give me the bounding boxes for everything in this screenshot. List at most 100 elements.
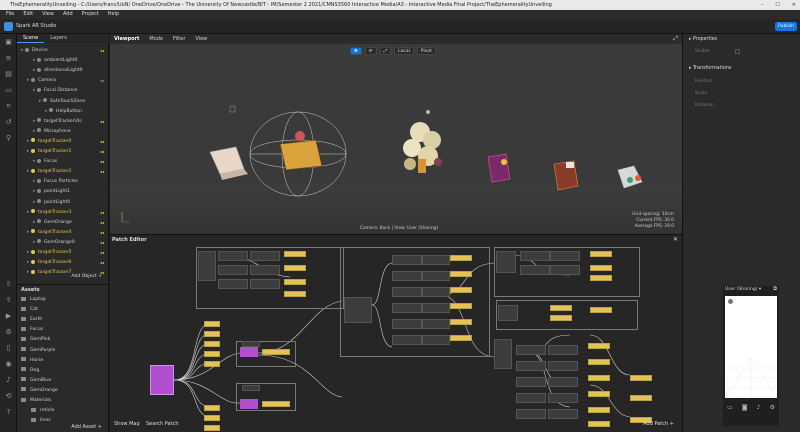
- test-icon[interactable]: ▶: [4, 312, 13, 321]
- patch-node-output[interactable]: [284, 279, 306, 285]
- scene-item[interactable]: ▸ Focus: [33, 157, 57, 167]
- patch-node[interactable]: [516, 345, 546, 355]
- patch-node[interactable]: [516, 361, 546, 371]
- patch-arrow-icon[interactable]: ◂◂: [100, 159, 104, 164]
- asset-item[interactable]: GemOrange: [21, 386, 58, 396]
- scene-item[interactable]: ▸ targetTracker3: [27, 208, 71, 218]
- scene-item[interactable]: ▸ targetTrackerUIs: [33, 117, 82, 127]
- patch-node[interactable]: [344, 297, 372, 323]
- scene-item[interactable]: ▸ targetTracker1: [27, 147, 71, 157]
- patch-node-output[interactable]: [450, 335, 472, 341]
- patch-node[interactable]: [218, 265, 248, 275]
- volume-icon[interactable]: ♪: [4, 376, 13, 385]
- patch-node[interactable]: [550, 251, 580, 261]
- close-window-button[interactable]: ✕: [792, 0, 796, 10]
- patch-node[interactable]: [422, 319, 450, 329]
- patch-node-output[interactable]: [588, 391, 610, 397]
- publish-button[interactable]: Publish: [775, 22, 797, 31]
- add-object-button[interactable]: Add Object +: [71, 274, 102, 279]
- search-icon[interactable]: ⚲: [4, 134, 13, 143]
- asset-item[interactable]: Earth: [21, 315, 42, 325]
- search-patch-button[interactable]: Search Patch: [146, 421, 179, 427]
- patch-node[interactable]: [498, 305, 518, 321]
- visible-checkbox[interactable]: [735, 49, 740, 54]
- patch-node-output[interactable]: [630, 375, 652, 381]
- scene-item[interactable]: ▸ targetTracker4: [27, 228, 71, 238]
- video-icon[interactable]: ▭: [4, 86, 13, 95]
- patch-node[interactable]: [422, 303, 450, 313]
- patch-node-output[interactable]: [204, 331, 220, 337]
- patch-node[interactable]: [392, 303, 422, 313]
- scene-item[interactable]: ▸ HelpButton: [45, 107, 82, 117]
- patch-node[interactable]: [520, 251, 550, 261]
- patch-node-output[interactable]: [262, 349, 290, 355]
- asset-item[interactable]: Materials: [21, 396, 51, 406]
- patch-node[interactable]: [250, 265, 280, 275]
- show-map-button[interactable]: Show Map: [114, 421, 140, 427]
- mode-menu[interactable]: Mode: [149, 34, 163, 44]
- patch-node-output[interactable]: [588, 421, 610, 427]
- patch-node[interactable]: [520, 265, 550, 275]
- restart-icon[interactable]: ⟲: [4, 392, 13, 401]
- patch-arrow-icon[interactable]: ◂◂: [100, 260, 104, 265]
- scene-item[interactable]: ▸ ambientLight0: [33, 56, 77, 66]
- patch-node[interactable]: [218, 279, 248, 289]
- patch-node-output[interactable]: [450, 303, 472, 309]
- asset-item[interactable]: Horse: [21, 356, 43, 366]
- view-menu[interactable]: View: [195, 34, 207, 44]
- patch-node-output[interactable]: [590, 275, 612, 281]
- patch-node-output[interactable]: [204, 415, 220, 421]
- patch-arrow-icon[interactable]: ◂◂: [100, 210, 104, 215]
- expand-arrow-icon[interactable]: ▸: [27, 268, 31, 278]
- layers-icon[interactable]: ≡: [4, 54, 13, 63]
- patch-node-output[interactable]: [590, 265, 612, 271]
- patch-arrow-icon[interactable]: ◂◂: [100, 169, 104, 174]
- patch-node[interactable]: [392, 271, 422, 281]
- patch-node[interactable]: [242, 385, 260, 391]
- scene-item[interactable]: ▸ targetTracker5: [27, 248, 71, 258]
- scene-item[interactable]: ▸ directionalLight0: [33, 66, 83, 76]
- upload-icon[interactable]: ⇧: [4, 280, 13, 289]
- expand-arrow-icon[interactable]: ▸: [27, 167, 31, 177]
- patch-arrow-icon[interactable]: ◂◂: [100, 48, 104, 53]
- patch-node[interactable]: [422, 287, 450, 297]
- patch-node-main[interactable]: [150, 365, 174, 395]
- patch-node-output[interactable]: [588, 407, 610, 413]
- patch-node[interactable]: [392, 255, 422, 265]
- scene-item[interactable]: ▸ Device: [21, 46, 48, 56]
- patch-node-output[interactable]: [450, 287, 472, 293]
- patch-node[interactable]: [496, 251, 516, 273]
- patch-node[interactable]: [250, 251, 280, 261]
- patch-node[interactable]: [250, 279, 280, 289]
- expand-arrow-icon[interactable]: ▸: [33, 66, 37, 76]
- patch-arrow-icon[interactable]: ◂◂: [100, 220, 104, 225]
- patch-node[interactable]: [218, 251, 248, 261]
- scene-icon[interactable]: ▣: [4, 38, 13, 47]
- scene-item[interactable]: ▸ targetTracker6: [27, 258, 71, 268]
- patch-node[interactable]: [242, 341, 260, 347]
- scene-item[interactable]: ▸ GemOrange0: [33, 238, 75, 248]
- scene-item[interactable]: ▸ targetTracker0: [27, 137, 71, 147]
- add-patch-button[interactable]: Add Patch +: [643, 421, 674, 427]
- menu-project[interactable]: Project: [82, 10, 99, 19]
- scene-item[interactable]: ▸ pointLight0: [33, 198, 70, 208]
- viewport-tab[interactable]: Viewport: [114, 34, 139, 44]
- patch-node[interactable]: [548, 377, 578, 387]
- asset-item[interactable]: Dog: [21, 366, 39, 376]
- patch-node[interactable]: [548, 361, 578, 371]
- patch-node-output[interactable]: [588, 343, 610, 349]
- assets-icon[interactable]: ▤: [4, 70, 13, 79]
- asset-item[interactable]: GemPurple: [21, 346, 55, 356]
- scene-item[interactable]: ▸ SafeTouchZone: [39, 97, 85, 107]
- patch-arrow-icon[interactable]: ◂◂: [100, 119, 104, 124]
- patch-node[interactable]: [494, 339, 512, 369]
- patch-node-purple[interactable]: [240, 347, 258, 357]
- scene-item[interactable]: ▸ pointLight1: [33, 187, 70, 197]
- patch-node[interactable]: [516, 409, 546, 419]
- patch-node-output[interactable]: [204, 425, 220, 431]
- patch-node-output[interactable]: [204, 351, 220, 357]
- properties-header[interactable]: ▸ Properties: [689, 37, 717, 42]
- patch-node-output[interactable]: [284, 251, 306, 257]
- patch-node[interactable]: [548, 345, 578, 355]
- scene-item[interactable]: ▸ targetTracker7: [27, 268, 71, 278]
